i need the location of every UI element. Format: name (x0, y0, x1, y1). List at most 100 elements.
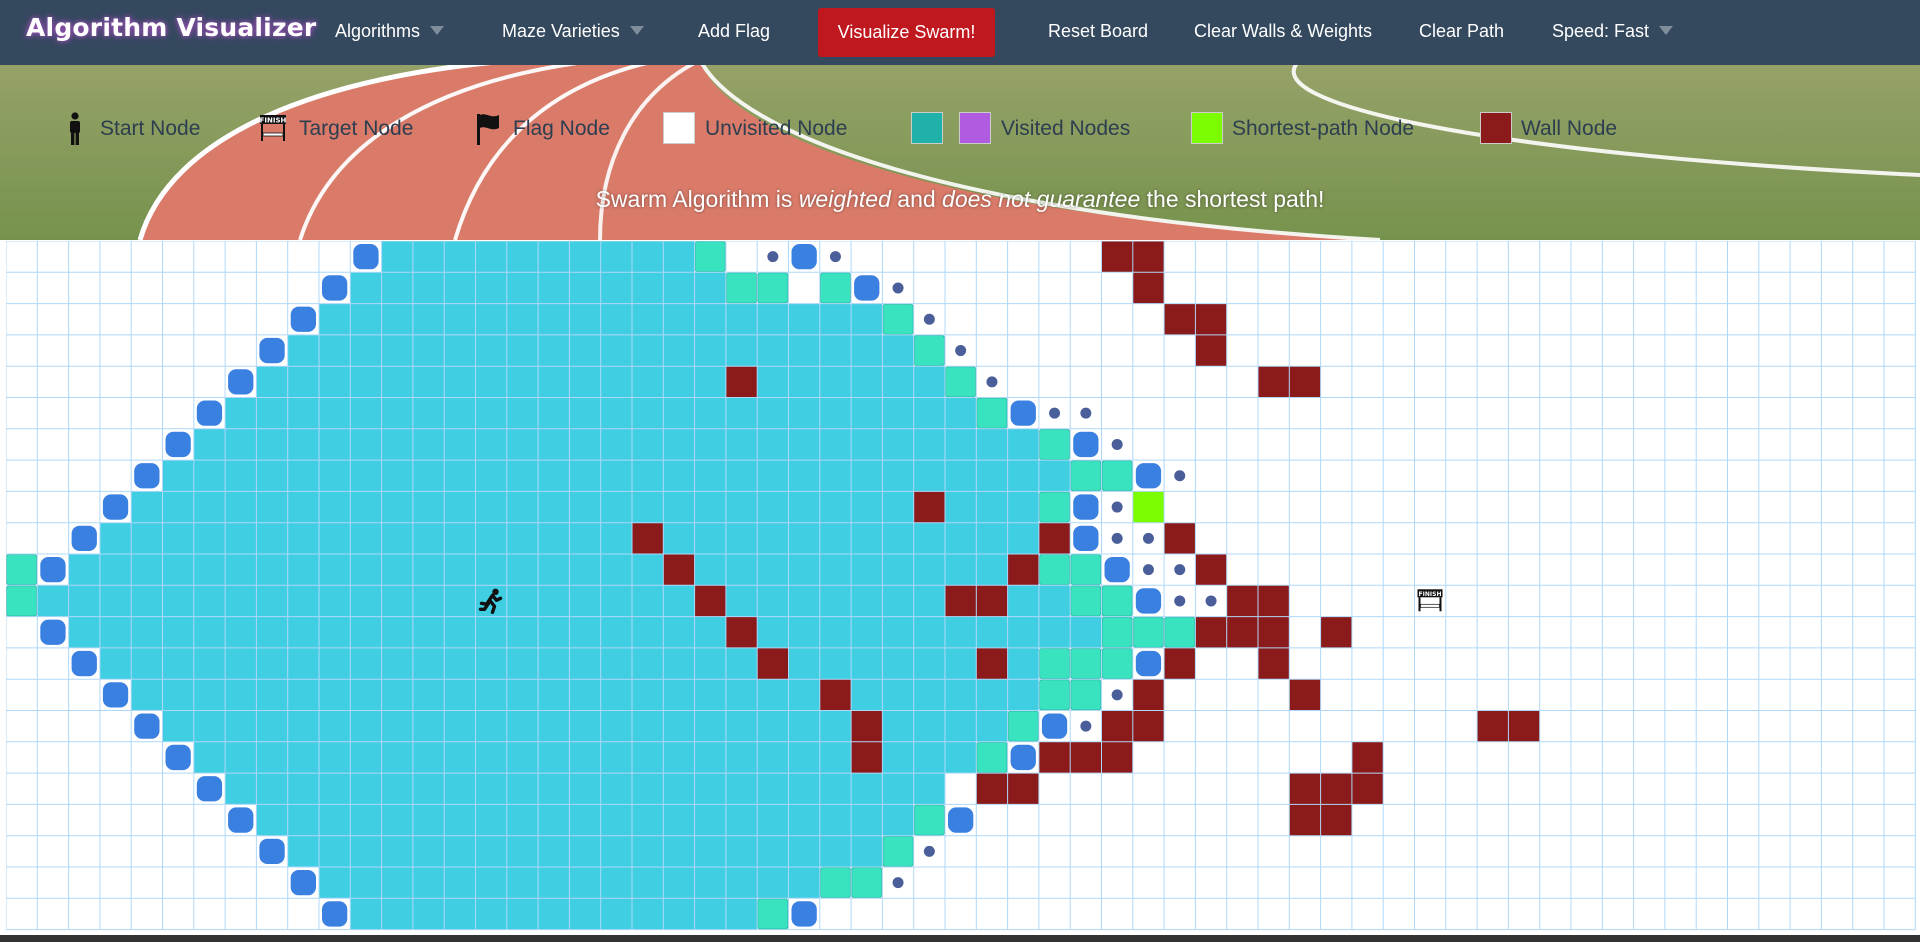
visited-cell[interactable] (475, 773, 507, 805)
visited-cell-recent[interactable] (1070, 460, 1102, 492)
algorithms-dropdown[interactable]: Algorithms (335, 0, 445, 65)
visited-cell[interactable] (506, 741, 539, 774)
visited-cell[interactable] (632, 272, 664, 304)
visited-cell[interactable] (788, 366, 820, 398)
visited-cell[interactable] (882, 804, 914, 836)
visited-cell[interactable] (256, 460, 288, 492)
visited-cell[interactable] (319, 428, 351, 461)
visited-cell[interactable] (600, 554, 632, 586)
visited-cell[interactable] (319, 867, 351, 899)
frontier-dot[interactable] (1142, 564, 1154, 576)
visited-cell[interactable] (381, 867, 413, 899)
visited-cell[interactable] (350, 867, 382, 899)
visited-cell[interactable] (757, 679, 789, 711)
frontier-cell[interactable] (40, 557, 66, 583)
frontier-cell[interactable] (165, 744, 191, 771)
wall-cell[interactable] (851, 741, 883, 774)
visited-cell[interactable] (444, 741, 476, 774)
wall-cell[interactable] (976, 585, 1008, 617)
visited-cell[interactable] (350, 428, 382, 461)
visited-cell[interactable] (225, 741, 257, 774)
visited-cell[interactable] (913, 428, 945, 461)
visited-cell[interactable] (381, 835, 413, 867)
clear-path-button[interactable]: Clear Path (1419, 0, 1504, 65)
wall-cell[interactable] (976, 647, 1008, 680)
visited-cell[interactable] (976, 710, 1008, 742)
visited-cell[interactable] (350, 272, 382, 304)
visited-cell[interactable] (913, 366, 945, 398)
visited-cell[interactable] (913, 460, 945, 492)
visited-cell[interactable] (225, 554, 257, 586)
speed-dropdown[interactable]: Speed: Fast (1552, 0, 1674, 65)
visited-cell[interactable] (788, 835, 820, 867)
frontier-cell[interactable] (1073, 431, 1099, 458)
wall-cell[interactable] (725, 366, 758, 398)
visited-cell[interactable] (694, 522, 726, 554)
visited-cell[interactable] (600, 867, 632, 899)
frontier-dot[interactable] (1111, 532, 1123, 544)
visited-cell[interactable] (162, 710, 194, 742)
frontier-dot[interactable] (1174, 564, 1186, 576)
visited-cell[interactable] (757, 773, 789, 805)
visited-cell[interactable] (225, 710, 257, 742)
frontier-cell[interactable] (290, 870, 316, 896)
visited-cell[interactable] (757, 366, 789, 398)
visited-cell[interactable] (694, 554, 726, 586)
visited-cell[interactable] (632, 804, 664, 836)
visited-cell-recent[interactable] (1101, 616, 1133, 648)
visited-cell[interactable] (319, 741, 351, 774)
visited-cell[interactable] (381, 804, 413, 836)
visited-cell[interactable] (225, 616, 257, 648)
frontier-cell[interactable] (1104, 557, 1130, 583)
visited-cell[interactable] (882, 679, 914, 711)
visited-cell[interactable] (600, 741, 632, 774)
visited-cell[interactable] (381, 616, 413, 648)
visited-cell[interactable] (976, 679, 1008, 711)
visited-cell[interactable] (945, 460, 977, 492)
visited-cell[interactable] (412, 334, 445, 367)
wall-cell[interactable] (913, 491, 945, 523)
visited-cell[interactable] (381, 898, 413, 930)
wall-cell[interactable] (976, 773, 1008, 805)
visited-cell[interactable] (945, 428, 977, 461)
frontier-cell[interactable] (259, 337, 285, 364)
visited-cell[interactable] (287, 647, 319, 680)
visited-cell[interactable] (381, 491, 413, 523)
visited-cell[interactable] (162, 647, 194, 680)
visited-cell[interactable] (694, 491, 726, 523)
visited-cell[interactable] (569, 804, 601, 836)
visited-cell[interactable] (663, 741, 695, 774)
visited-cell[interactable] (475, 272, 507, 304)
visited-cell[interactable] (350, 741, 382, 774)
visited-cell[interactable] (444, 804, 476, 836)
visited-cell[interactable] (569, 366, 601, 398)
visited-cell[interactable] (819, 616, 852, 648)
visited-cell[interactable] (663, 522, 695, 554)
visited-cell-recent[interactable] (757, 272, 789, 304)
frontier-dot[interactable] (1080, 407, 1092, 419)
wall-cell[interactable] (1351, 741, 1384, 774)
wall-cell[interactable] (1164, 303, 1196, 335)
visited-cell[interactable] (851, 428, 883, 461)
visited-cell[interactable] (319, 710, 351, 742)
visited-cell-recent[interactable] (1038, 554, 1071, 586)
visited-cell[interactable] (444, 710, 476, 742)
visited-cell[interactable] (694, 272, 726, 304)
visited-cell[interactable] (819, 460, 852, 492)
visited-cell[interactable] (538, 491, 570, 523)
visited-cell[interactable] (819, 741, 852, 774)
frontier-dot[interactable] (1049, 407, 1061, 419)
visited-cell[interactable] (945, 679, 977, 711)
visited-cell[interactable] (256, 741, 288, 774)
visited-cell[interactable] (913, 679, 945, 711)
visited-cell[interactable] (569, 585, 601, 617)
visited-cell[interactable] (506, 522, 539, 554)
visited-cell[interactable] (162, 460, 194, 492)
visited-cell[interactable] (412, 366, 445, 398)
visited-cell[interactable] (694, 741, 726, 774)
visited-cell[interactable] (506, 460, 539, 492)
visited-cell[interactable] (475, 835, 507, 867)
visited-cell[interactable] (976, 616, 1008, 648)
frontier-cell[interactable] (1010, 400, 1036, 426)
visited-cell[interactable] (381, 428, 413, 461)
